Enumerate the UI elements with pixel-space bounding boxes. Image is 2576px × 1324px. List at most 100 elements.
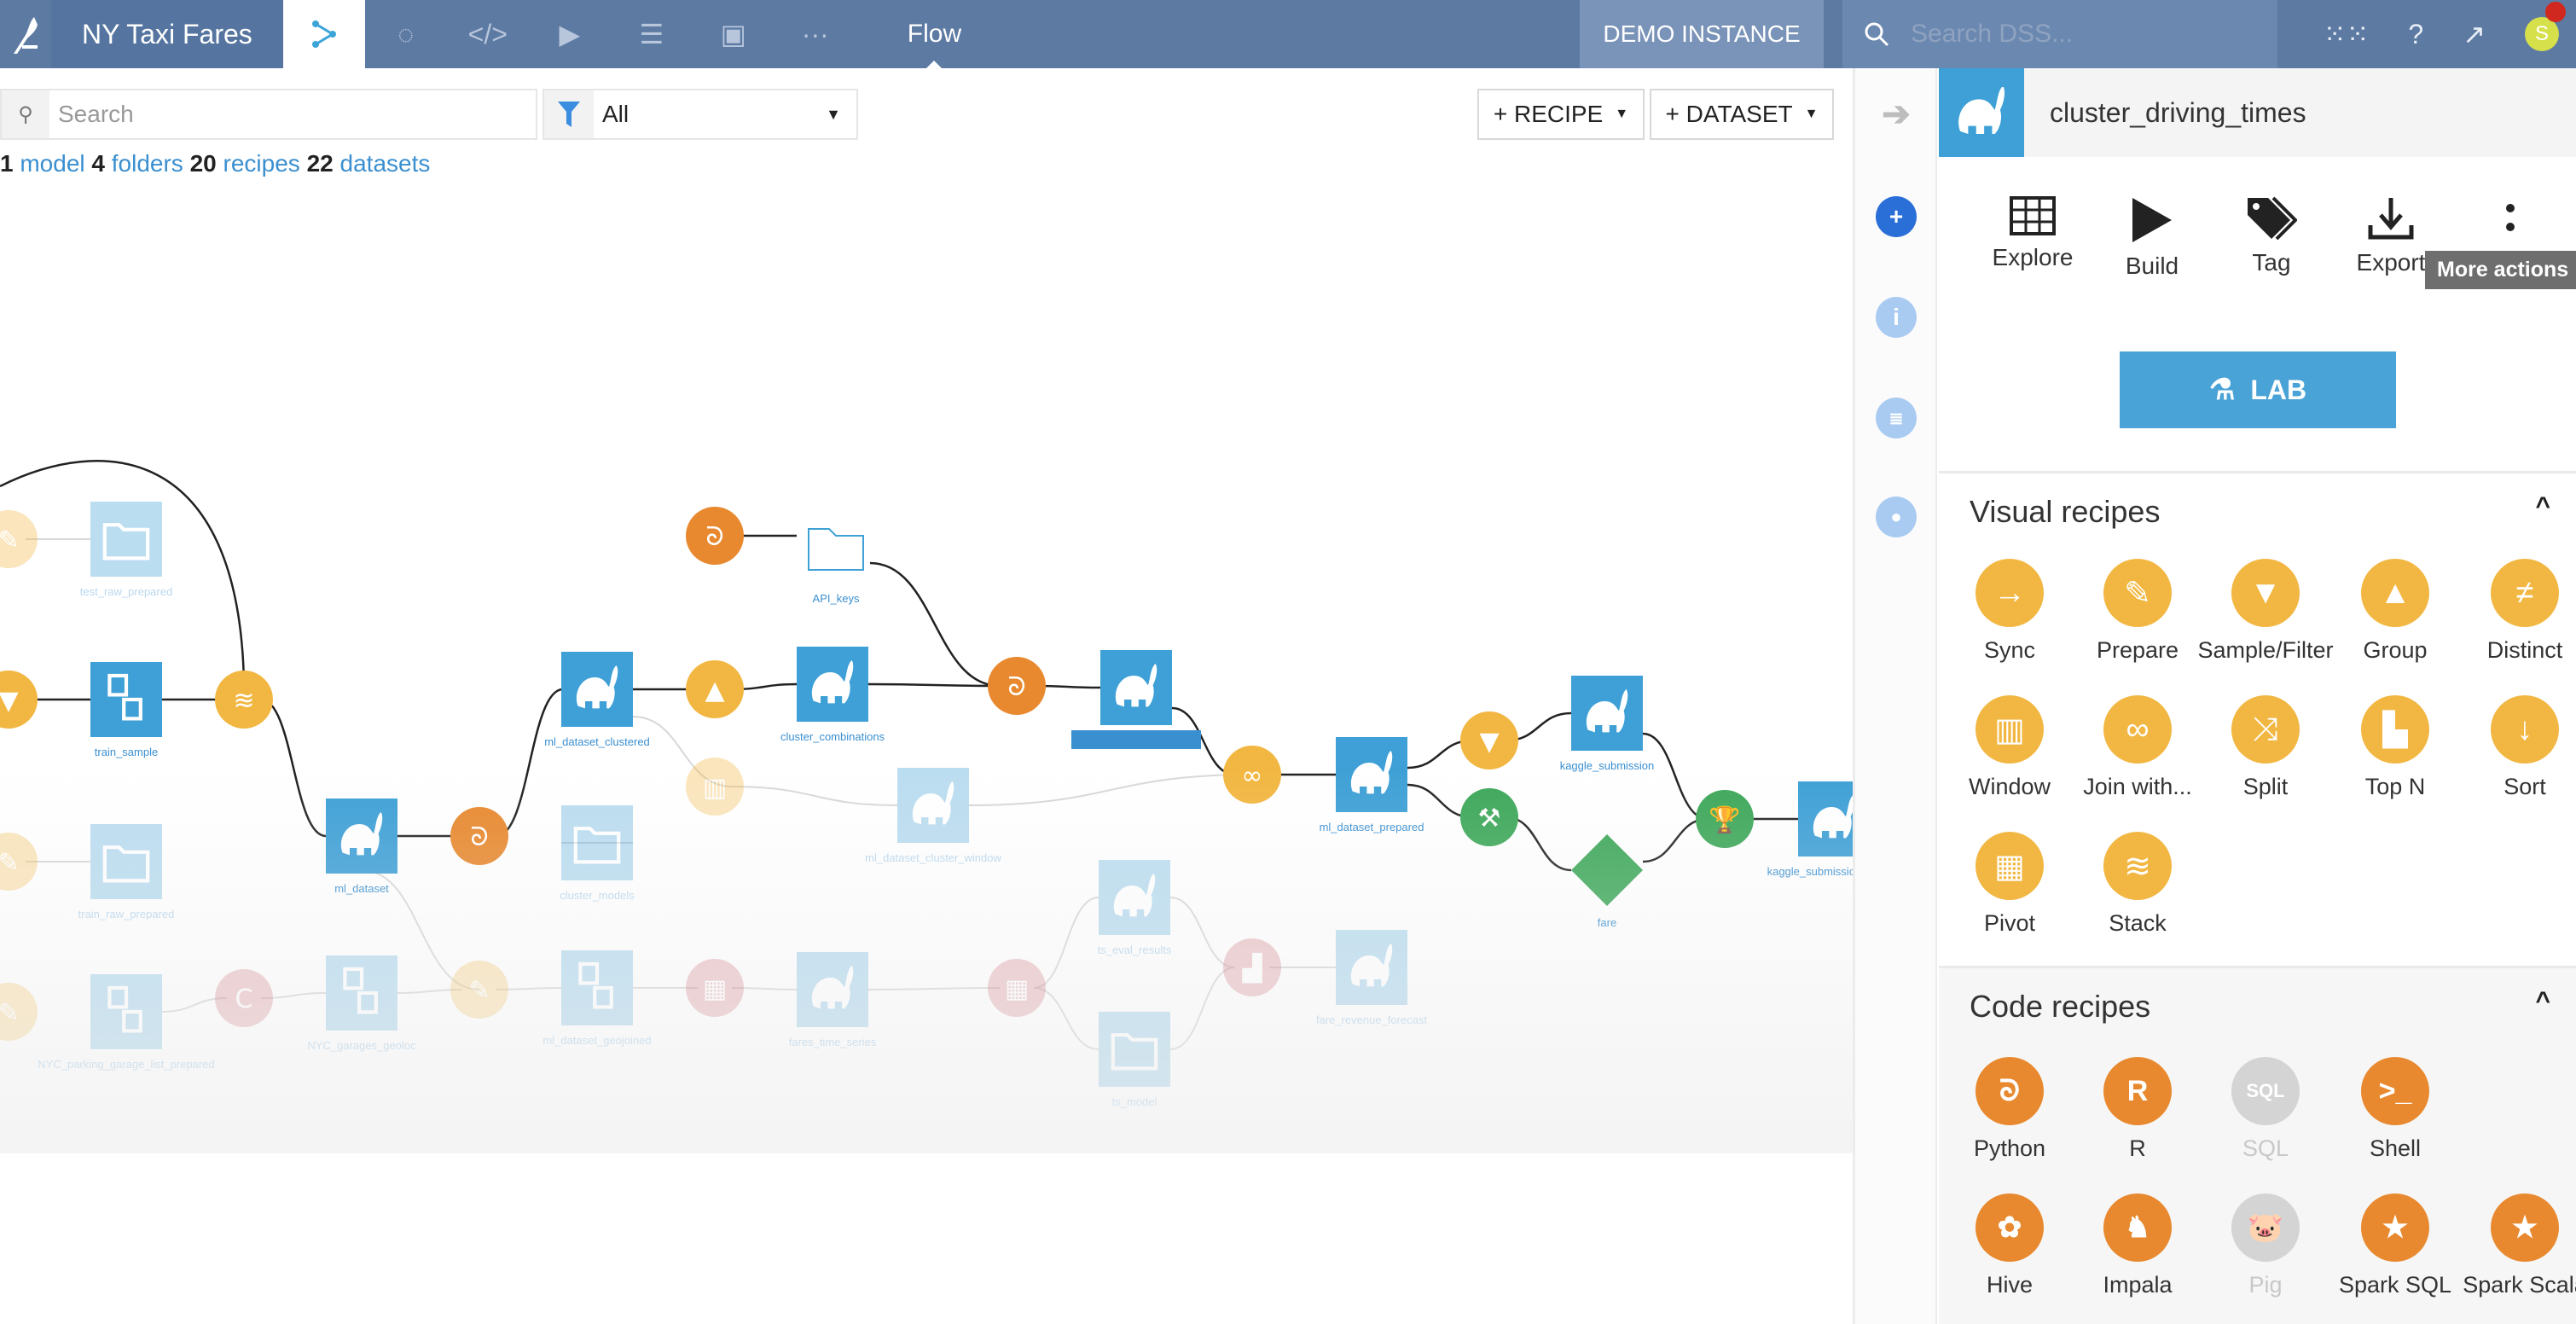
visual-recipe-window[interactable]: ▥ Window [1946, 695, 2074, 800]
recipe-label: Pivot [1983, 910, 2036, 936]
ts-train-recipe-icon[interactable]: ▦ [988, 959, 1046, 1017]
visual-recipe-sample-filter[interactable]: ▼ Sample/Filter [2197, 559, 2334, 664]
flow-node-folder[interactable]: cluster_models [560, 805, 635, 902]
flow-node-dataset[interactable]: ml_dataset_geojoined [542, 950, 652, 1047]
prepare-recipe-icon[interactable]: ✎ [450, 961, 508, 1019]
top-nav-bar: NY Taxi Fares ◌ </> ▶ ☰ ▣ ··· Flow DEMO … [0, 0, 2576, 68]
chevron-up-icon[interactable]: ^ [2535, 987, 2550, 1016]
flow-node-dataset[interactable]: ml_dataset_cluster_window [865, 768, 1001, 864]
flow-filter-select[interactable]: All ▼ [542, 89, 858, 140]
dashboard-icon[interactable]: ▣ [693, 0, 775, 68]
flow-node-dataset[interactable]: fares_time_series [789, 952, 877, 1048]
flow-node-dataset[interactable]: train_sample [90, 662, 162, 758]
code-recipe-sql[interactable]: SQL SQL [2202, 1057, 2329, 1162]
flow-search-input[interactable] [49, 101, 366, 128]
global-search-input[interactable] [1911, 20, 2252, 49]
code-recipe-hive[interactable]: ✿ Hive [1946, 1193, 2074, 1298]
flow-node-dataset[interactable]: kaggle_submission_scored [1767, 781, 1853, 878]
geocode-recipe-icon[interactable]: C [215, 969, 273, 1027]
info-icon[interactable]: i [1876, 297, 1917, 338]
flow-edge [867, 987, 1001, 990]
chat-bubble-icon[interactable]: ● [1876, 496, 1917, 537]
flow-canvas[interactable]: ✎ ▼ ✎ ≋ ᘐ ▲ ▥ ᘐ ᘐ ∞ ▼ ⚒ 🏆 ✎ C ✎ ▦ ▦ ▟ test_raw_preparedtrai… [0, 171, 1853, 1324]
visual-recipe-group[interactable]: ▲ Group [2331, 559, 2459, 664]
lab-button[interactable]: ⚗ LAB [2120, 351, 2396, 428]
chevron-up-icon[interactable]: ^ [2535, 492, 2550, 521]
code-recipe-python[interactable]: ᘐ Python [1946, 1057, 2074, 1162]
code-recipe-spark-scala[interactable]: ★ Spark Scala [2461, 1193, 2576, 1298]
schema-list-icon[interactable]: ≣ [1876, 398, 1917, 438]
flow-node-dataset[interactable]: ml_dataset [326, 798, 397, 895]
prepare-recipe-icon[interactable]: ✎ [0, 833, 38, 891]
plus-circle-icon[interactable]: + [1876, 196, 1917, 237]
resample-recipe-icon[interactable]: ▦ [686, 959, 744, 1017]
flow-node-dataset[interactable]: fare_revenue_forecast [1316, 930, 1427, 1026]
flow-node-dataset[interactable]: ml_dataset_clustered [544, 652, 650, 748]
flow-node-folder[interactable]: API_keys [808, 528, 864, 605]
explore-action[interactable]: Explore [1973, 196, 2092, 280]
code-recipe-r[interactable]: RR [2074, 1057, 2202, 1162]
filter-recipe-icon[interactable]: ▼ [1460, 711, 1518, 769]
visual-recipe-distinct[interactable]: ≠ Distinct [2461, 559, 2576, 664]
python-recipe-icon[interactable]: ᘐ [988, 657, 1046, 715]
train-recipe-icon[interactable]: ⚒ [1460, 788, 1518, 846]
group-recipe-icon[interactable]: ▲ [686, 660, 744, 718]
add-recipe-button[interactable]: + RECIPE ▼ [1477, 89, 1645, 140]
library-icon[interactable]: ☰ [611, 0, 693, 68]
flow-search[interactable]: ⚲ [0, 89, 537, 140]
code-recipe-pig[interactable]: 🐷 Pig [2202, 1193, 2329, 1298]
filter-recipe-icon[interactable]: ▼ [0, 671, 38, 729]
run-icon[interactable]: ▶ [529, 0, 611, 68]
flow-node-folder[interactable]: ts_model [1099, 1012, 1170, 1108]
help-icon[interactable]: ? [2408, 19, 2423, 50]
flow-node-folder[interactable]: test_raw_prepared [80, 502, 172, 598]
global-search[interactable] [1842, 0, 2277, 68]
flow-node-dataset[interactable]: NYC_garages_geoloc [307, 955, 416, 1052]
prepare-recipe-icon[interactable]: ✎ [0, 983, 38, 1041]
code-recipe-impala[interactable]: ♞ Impala [2074, 1193, 2202, 1298]
flow-node-dataset[interactable]: NYC_parking_garage_list_prepared [38, 974, 215, 1071]
tag-action[interactable]: Tag [2212, 196, 2331, 280]
visual-recipe-stack[interactable]: ≋ Stack [2074, 832, 2202, 937]
flow-node-folder[interactable]: train_raw_prepared [78, 824, 175, 920]
score-recipe-icon[interactable]: 🏆 [1696, 790, 1754, 848]
avatar[interactable]: S [2525, 2, 2566, 51]
dataiku-logo[interactable] [0, 0, 51, 68]
sql-icon: SQL [2231, 1057, 2300, 1125]
flow-icon[interactable] [282, 0, 365, 68]
pivot-icon: ▦ [1976, 832, 2044, 900]
visual-recipe-join[interactable]: ∞ Join with... [2074, 695, 2202, 800]
analysis-icon[interactable]: ◌ [365, 0, 447, 68]
project-title[interactable]: NY Taxi Fares [51, 0, 283, 68]
visual-recipe-pivot[interactable]: ▦ Pivot [1946, 832, 2074, 937]
code-recipe-shell[interactable]: >_ Shell [2331, 1057, 2459, 1162]
visual-recipe-sort[interactable]: ↓ Sort [2461, 695, 2576, 800]
code-icon[interactable]: </> [447, 0, 529, 68]
code-recipe-spark-sql[interactable]: ★ Spark SQL [2331, 1193, 2459, 1298]
build-action[interactable]: Build [2092, 196, 2212, 280]
more-icon[interactable]: ··· [775, 0, 856, 68]
python-recipe-icon[interactable]: ᘐ [686, 507, 744, 565]
visual-recipe-split[interactable]: ⤨ Split [2202, 695, 2329, 800]
visual-recipe-prepare[interactable]: ✎ Prepare [2074, 559, 2202, 664]
flow-node-dataset[interactable]: cluster_combinations [780, 647, 885, 743]
prepare-recipe-icon[interactable]: ✎ [0, 510, 38, 568]
svg-text:▼: ▼ [0, 686, 19, 716]
add-dataset-button[interactable]: + DATASET ▼ [1650, 89, 1834, 140]
flow-node-dataset[interactable]: cluster_driving_times [1071, 650, 1201, 749]
arrow-right-icon[interactable]: ➔ [1876, 94, 1917, 135]
flow-node-dataset[interactable]: kaggle_submission [1560, 676, 1655, 772]
join-recipe-icon[interactable]: ∞ [1223, 746, 1281, 804]
recipe-label: Prepare [2096, 637, 2179, 663]
visual-recipe-top-n[interactable]: ▙ Top N [2331, 695, 2459, 800]
window-recipe-icon[interactable]: ▥ [686, 758, 744, 816]
visual-recipe-sync[interactable]: → Sync [1946, 559, 2074, 664]
activity-icon[interactable]: ↗ [2463, 18, 2486, 50]
search-icon [1865, 22, 1889, 47]
forecast-recipe-icon[interactable]: ▟ [1223, 938, 1281, 996]
flow-node-model[interactable]: fare [1571, 834, 1643, 929]
stack-recipe-icon[interactable]: ≋ [215, 671, 273, 729]
apps-grid-icon[interactable]: ⁙⁙ [2324, 18, 2370, 50]
flow-node-dataset[interactable]: ts_eval_results [1098, 860, 1172, 956]
python-recipe-icon[interactable]: ᘐ [450, 807, 508, 865]
